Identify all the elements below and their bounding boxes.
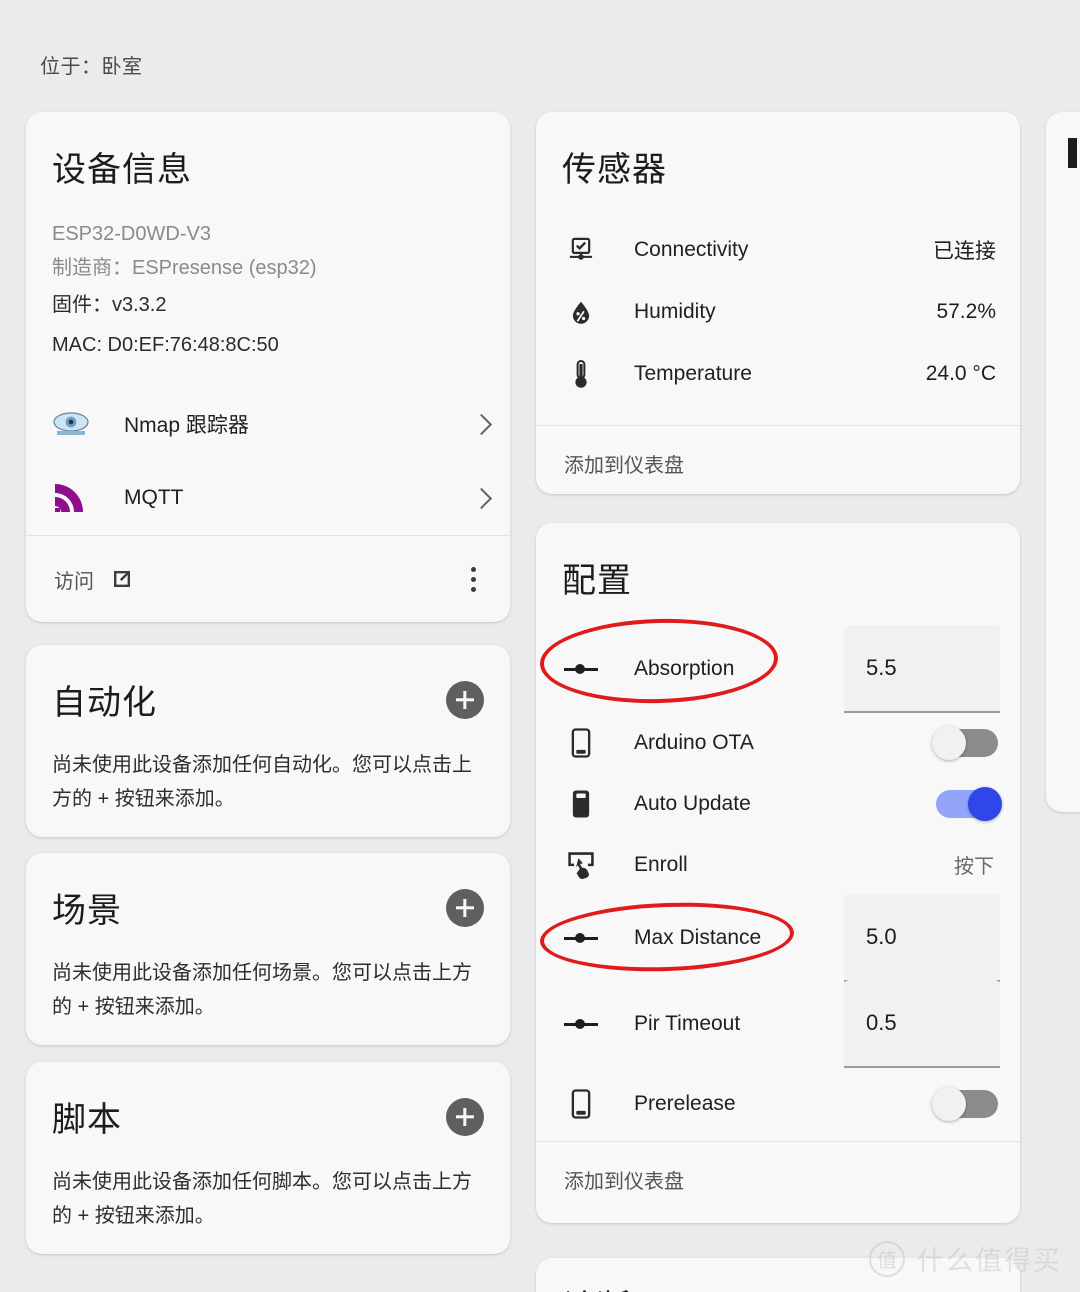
config-row-enroll[interactable]: Enroll 按下: [536, 834, 1020, 895]
tune-slider-icon: [562, 932, 600, 944]
automation-card: 自动化 尚未使用此设备添加任何自动化。您可以点击上方的 + 按钮来添加。: [26, 645, 510, 837]
device-link-label: Nmap 跟踪器: [124, 414, 249, 437]
sensors-add-to-dashboard[interactable]: 添加到仪表盘: [536, 426, 1020, 494]
add-automation-button[interactable]: [446, 680, 484, 719]
watermark-badge: 值: [869, 1240, 905, 1277]
sensor-label: Humidity: [634, 300, 716, 323]
prerelease-toggle[interactable]: [932, 1087, 998, 1121]
breadcrumb[interactable]: 位于：卧室: [40, 50, 143, 79]
thermometer-icon: [562, 359, 600, 389]
sensors-title: 传感器: [562, 151, 667, 189]
device-link-nmap[interactable]: Nmap 跟踪器: [26, 387, 510, 461]
device-link-label: MQTT: [124, 486, 184, 509]
watermark: 值 什么值得买: [869, 1239, 1062, 1278]
config-card: 配置 Absorption 5.5 Arduino OTA Auto Updat…: [536, 523, 1020, 1223]
device-page: 位于：卧室 设备信息 ESP32-D0WD-V3 制造商：ESPresense …: [0, 0, 1080, 1292]
scenes-card: 场景 尚未使用此设备添加任何场景。您可以点击上方的 + 按钮来添加。: [26, 853, 510, 1045]
device-info-footer: 访问: [26, 536, 510, 622]
tune-slider-icon: [562, 1018, 600, 1030]
gesture-tap-icon: [562, 850, 600, 880]
automation-empty-text: 尚未使用此设备添加任何自动化。您可以点击上方的 + 按钮来添加。: [52, 754, 472, 810]
device-info-card: 设备信息 ESP32-D0WD-V3 制造商：ESPresense (esp32…: [26, 112, 510, 622]
sensors-card: 传感器 Connectivity 已连接 Humidity 57.2% Temp…: [536, 112, 1020, 494]
sensor-value: 24.0 °C: [925, 362, 996, 385]
sensor-row-connectivity[interactable]: Connectivity 已连接: [536, 219, 1020, 281]
enroll-press-label[interactable]: 按下: [954, 850, 1000, 879]
config-row-auto-update[interactable]: Auto Update: [536, 773, 1020, 834]
device-model: ESP32-D0WD-V3: [52, 223, 211, 245]
scripts-card: 脚本 尚未使用此设备添加任何脚本。您可以点击上方的 + 按钮来添加。: [26, 1062, 510, 1254]
tune-slider-icon: [562, 663, 600, 675]
add-scene-button[interactable]: [446, 888, 484, 927]
arduino-ota-toggle[interactable]: [932, 725, 998, 760]
mqtt-signal-icon: [52, 481, 98, 515]
config-row-pir-timeout[interactable]: Pir Timeout 0.5: [536, 980, 1020, 1068]
scenes-title: 场景: [52, 892, 122, 930]
device-mac: MAC: D0:EF:76:48:8C:50: [52, 334, 279, 356]
sensor-value: 已连接: [933, 240, 996, 263]
config-title: 配置: [562, 562, 632, 600]
add-script-button[interactable]: [446, 1097, 484, 1136]
chevron-right-icon: [474, 488, 486, 508]
scripts-title: 脚本: [52, 1101, 122, 1139]
chevron-right-icon: [474, 414, 486, 434]
device-firmware: 固件：v3.3.2: [52, 294, 167, 316]
sensor-label: Temperature: [634, 362, 752, 385]
diagnostics-title: 诊断: [562, 1280, 630, 1292]
pir-timeout-input[interactable]: 0.5: [844, 980, 1000, 1068]
automation-title: 自动化: [52, 684, 157, 722]
add-to-dashboard-label: 添加到仪表盘: [564, 454, 684, 477]
external-link-icon[interactable]: [110, 567, 134, 591]
config-row-max-distance[interactable]: Max Distance 5.0: [536, 894, 1020, 982]
cellphone-icon: [562, 1089, 600, 1119]
visit-link[interactable]: 访问: [54, 565, 94, 594]
more-vertical-icon[interactable]: [465, 561, 482, 598]
device-info-title: 设备信息: [52, 151, 192, 189]
cellphone-icon: [562, 727, 600, 758]
config-row-arduino-ota[interactable]: Arduino OTA: [536, 712, 1020, 773]
config-add-to-dashboard[interactable]: 添加到仪表盘: [536, 1142, 1020, 1216]
auto-update-toggle[interactable]: [936, 786, 1002, 821]
third-column-card-partial: [1046, 112, 1080, 812]
device-manufacturer: 制造商：ESPresense (esp32): [52, 257, 317, 279]
config-row-prerelease[interactable]: Prerelease: [536, 1067, 1020, 1141]
sensor-row-humidity[interactable]: Humidity 57.2%: [536, 281, 1020, 343]
device-link-mqtt[interactable]: MQTT: [26, 461, 510, 535]
lan-connect-icon: [562, 236, 600, 264]
nmap-eye-icon: [52, 407, 98, 441]
water-percent-icon: [562, 298, 600, 326]
scripts-empty-text: 尚未使用此设备添加任何脚本。您可以点击上方的 + 按钮来添加。: [52, 1171, 472, 1227]
sensor-row-temperature[interactable]: Temperature 24.0 °C: [536, 343, 1020, 405]
config-label: Enroll: [634, 852, 688, 876]
scenes-empty-text: 尚未使用此设备添加任何场景。您可以点击上方的 + 按钮来添加。: [52, 962, 472, 1018]
third-column-title-partial: [1068, 138, 1077, 168]
watermark-text: 什么值得买: [917, 1246, 1062, 1276]
config-row-absorption[interactable]: Absorption 5.5: [536, 625, 1020, 713]
absorption-input[interactable]: 5.5: [844, 625, 1000, 713]
sensor-value: 57.2%: [936, 300, 996, 323]
max-distance-input[interactable]: 5.0: [844, 894, 1000, 982]
sensor-label: Connectivity: [634, 238, 749, 261]
add-to-dashboard-label: 添加到仪表盘: [564, 1170, 684, 1193]
cellphone-filled-icon: [562, 789, 600, 819]
